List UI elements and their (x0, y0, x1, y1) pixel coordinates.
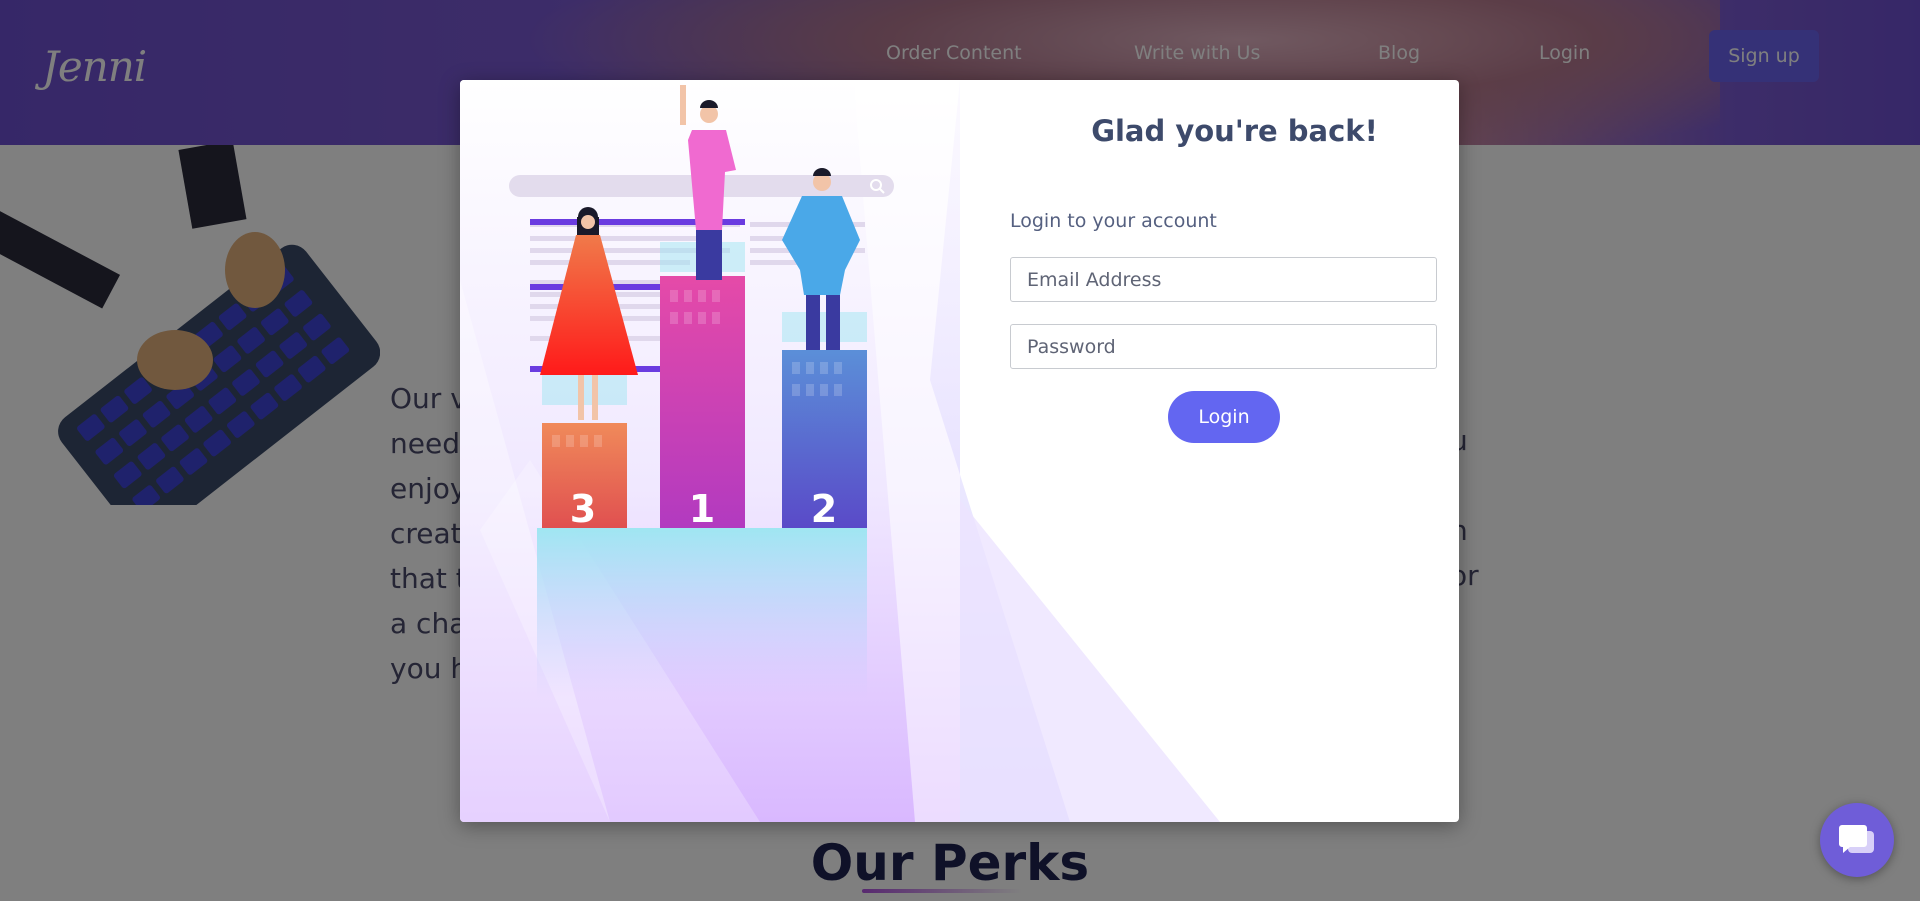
chat-button[interactable] (1820, 803, 1894, 877)
email-field[interactable] (1010, 257, 1437, 302)
podium-number-second: 2 (811, 487, 837, 531)
login-form: Glad you're back! Login to your account … (960, 80, 1459, 822)
login-subtitle: Login to your account (1010, 210, 1217, 232)
modal-title: Glad you're back! (1091, 114, 1378, 148)
chat-bubble-icon (1839, 825, 1874, 853)
login-modal: 3 1 2 Glad you're back! Login to your ac… (460, 80, 1459, 822)
password-field[interactable] (1010, 324, 1437, 369)
podium-number-third: 3 (570, 487, 596, 531)
podium-number-first: 1 (689, 487, 715, 531)
login-button[interactable]: Login (1168, 391, 1280, 443)
